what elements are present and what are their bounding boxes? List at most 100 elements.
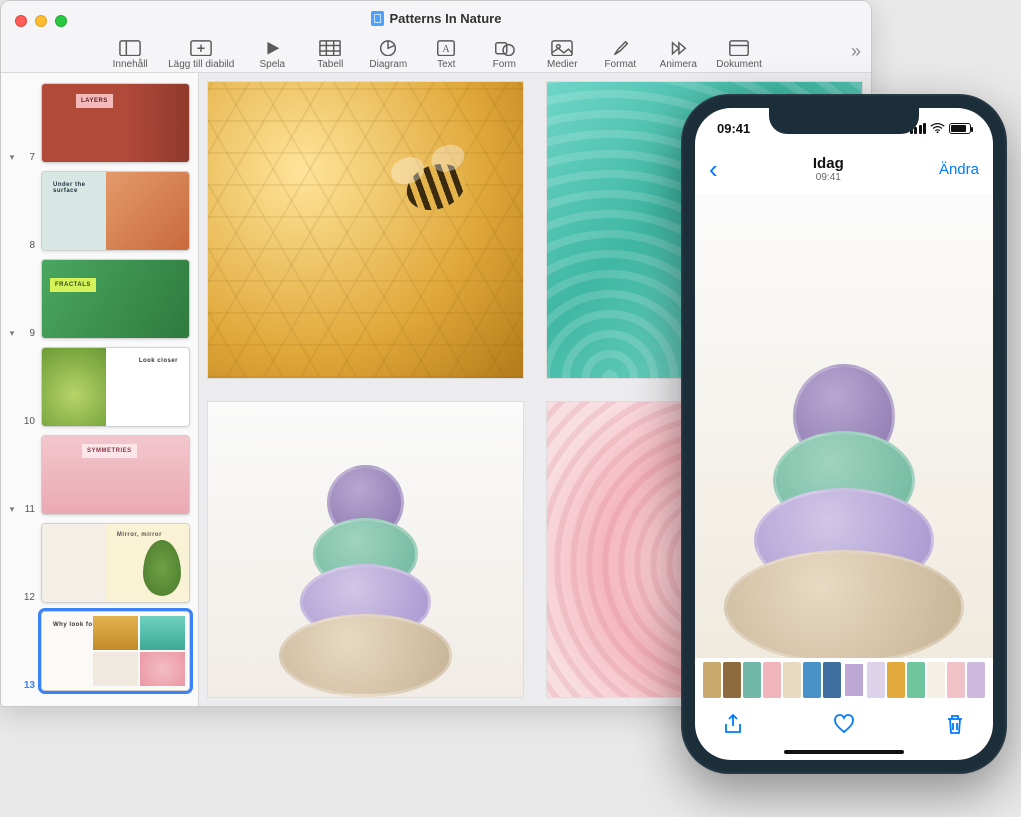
- slide-title-overlay: Look closer: [134, 354, 183, 368]
- disclosure-triangle-icon[interactable]: ▾: [7, 328, 17, 339]
- disclosure-triangle-icon[interactable]: ▾: [7, 152, 17, 163]
- slide-title-overlay: FRACTALS: [50, 278, 96, 292]
- status-time: 09:41: [717, 121, 750, 136]
- slide-number: 12: [21, 592, 35, 603]
- window-title-text: Patterns In Nature: [390, 11, 502, 26]
- toolbar-label: Tabell: [317, 59, 343, 70]
- photo-urchin-stack: [722, 364, 966, 658]
- home-indicator[interactable]: [784, 750, 904, 754]
- filmstrip-thumb[interactable]: [867, 662, 885, 698]
- slide-thumbnail[interactable]: ▾ 7 LAYERS: [1, 79, 198, 167]
- delete-button[interactable]: [943, 712, 967, 736]
- filmstrip-thumb[interactable]: [763, 662, 781, 698]
- toolbar-label: Dokument: [716, 59, 762, 70]
- slide-thumbnail-selected[interactable]: 13 Why look for patterns?: [1, 607, 198, 695]
- slide-thumbnail[interactable]: 12 Mirror, mirror: [1, 519, 198, 607]
- slide-number: 7: [21, 152, 35, 163]
- filmstrip-thumb[interactable]: [907, 662, 925, 698]
- toolbar-document[interactable]: Dokument: [716, 39, 762, 70]
- window-title: Patterns In Nature: [1, 11, 871, 26]
- slide-title-overlay: Under the surface: [48, 178, 106, 198]
- nav-title: Idag: [813, 155, 844, 172]
- slide-number: 9: [21, 328, 35, 339]
- photos-toolbar: [695, 702, 993, 746]
- notch: [769, 108, 919, 134]
- photos-nav-bar: ‹ Idag 09:41 Ändra: [695, 148, 993, 190]
- back-button[interactable]: ‹: [709, 154, 718, 185]
- toolbar-label: Diagram: [369, 59, 407, 70]
- iphone-screen: 09:41 ‹ Idag 09:41 Ändra: [695, 108, 993, 760]
- filmstrip-thumb[interactable]: [743, 662, 761, 698]
- filmstrip-thumb[interactable]: [803, 662, 821, 698]
- toolbar-label: Animera: [660, 59, 697, 70]
- toolbar-animate[interactable]: Animera: [658, 39, 698, 70]
- thumbnail-image: SYMMETRIES: [41, 435, 190, 515]
- favorite-button[interactable]: [832, 712, 856, 736]
- slide-thumbnail[interactable]: ▾ 11 SYMMETRIES: [1, 431, 198, 519]
- urchin-stack: [274, 465, 457, 697]
- battery-icon: [949, 123, 971, 134]
- filmstrip-thumb[interactable]: [723, 662, 741, 698]
- photo-viewer[interactable]: [695, 194, 993, 658]
- thumbnail-image: FRACTALS: [41, 259, 190, 339]
- document-settings-icon: [728, 39, 750, 57]
- slide-title-overlay: SYMMETRIES: [82, 444, 137, 458]
- nav-title-group: Idag 09:41: [813, 155, 844, 183]
- slide-number: 10: [21, 416, 35, 427]
- iphone-device-frame: 09:41 ‹ Idag 09:41 Ändra: [681, 94, 1007, 774]
- filmstrip-thumb[interactable]: [843, 662, 866, 698]
- filmstrip-thumb[interactable]: [947, 662, 965, 698]
- play-icon: [261, 39, 283, 57]
- toolbar-content[interactable]: Innehåll: [110, 39, 150, 70]
- titlebar: Patterns In Nature Innehåll Lägg till di…: [1, 1, 871, 73]
- toolbar-add-slide[interactable]: Lägg till diabild: [168, 39, 234, 70]
- text-icon: A: [435, 39, 457, 57]
- filmstrip-thumb[interactable]: [967, 662, 985, 698]
- svg-text:A: A: [443, 44, 451, 55]
- canvas-image-urchins[interactable]: [207, 401, 524, 699]
- toolbar-label: Format: [604, 59, 636, 70]
- slide-thumbnail[interactable]: 10 Look closer: [1, 343, 198, 431]
- filmstrip-thumb[interactable]: [703, 662, 721, 698]
- toolbar-overflow-icon[interactable]: »: [851, 41, 861, 62]
- slide-thumbnail[interactable]: 8 Under the surface: [1, 167, 198, 255]
- toolbar-media[interactable]: Medier: [542, 39, 582, 70]
- nav-subtitle: 09:41: [813, 172, 844, 183]
- slide-number: 8: [21, 240, 35, 251]
- plus-icon: [190, 39, 212, 57]
- slide-navigator[interactable]: ▾ 7 LAYERS 8 Under the surface ▾ 9: [1, 73, 199, 706]
- animate-icon: [667, 39, 689, 57]
- status-indicators: [910, 123, 972, 134]
- filmstrip-thumb[interactable]: [783, 662, 801, 698]
- toolbar-text[interactable]: A Text: [426, 39, 466, 70]
- toolbar-table[interactable]: Tabell: [310, 39, 350, 70]
- slide-number: 11: [21, 504, 35, 515]
- document-icon: [371, 11, 384, 26]
- toolbar: Innehåll Lägg till diabild Spela Tabell: [1, 32, 871, 72]
- format-brush-icon: [609, 39, 631, 57]
- thumbnail-image: Why look for patterns?: [41, 611, 190, 691]
- toolbar-shape[interactable]: Form: [484, 39, 524, 70]
- edit-button[interactable]: Ändra: [939, 161, 979, 178]
- photo-filmstrip[interactable]: [695, 662, 993, 698]
- filmstrip-thumb[interactable]: [823, 662, 841, 698]
- chart-icon: [377, 39, 399, 57]
- slide-thumbnail[interactable]: ▾ 9 FRACTALS: [1, 255, 198, 343]
- thumbnail-image: Under the surface: [41, 171, 190, 251]
- toolbar-label: Innehåll: [113, 59, 148, 70]
- shape-icon: [493, 39, 515, 57]
- toolbar-label: Medier: [547, 59, 578, 70]
- toolbar-chart[interactable]: Diagram: [368, 39, 408, 70]
- thumbnail-image: LAYERS: [41, 83, 190, 163]
- toolbar-play[interactable]: Spela: [252, 39, 292, 70]
- share-button[interactable]: [721, 712, 745, 736]
- canvas-image-honeycomb[interactable]: [207, 81, 524, 379]
- toolbar-format[interactable]: Format: [600, 39, 640, 70]
- filmstrip-thumb[interactable]: [927, 662, 945, 698]
- filmstrip-thumb[interactable]: [887, 662, 905, 698]
- toolbar-label: Form: [493, 59, 516, 70]
- media-icon: [551, 39, 573, 57]
- table-icon: [319, 39, 341, 57]
- disclosure-triangle-icon[interactable]: ▾: [7, 504, 17, 515]
- toolbar-label: Lägg till diabild: [168, 59, 234, 70]
